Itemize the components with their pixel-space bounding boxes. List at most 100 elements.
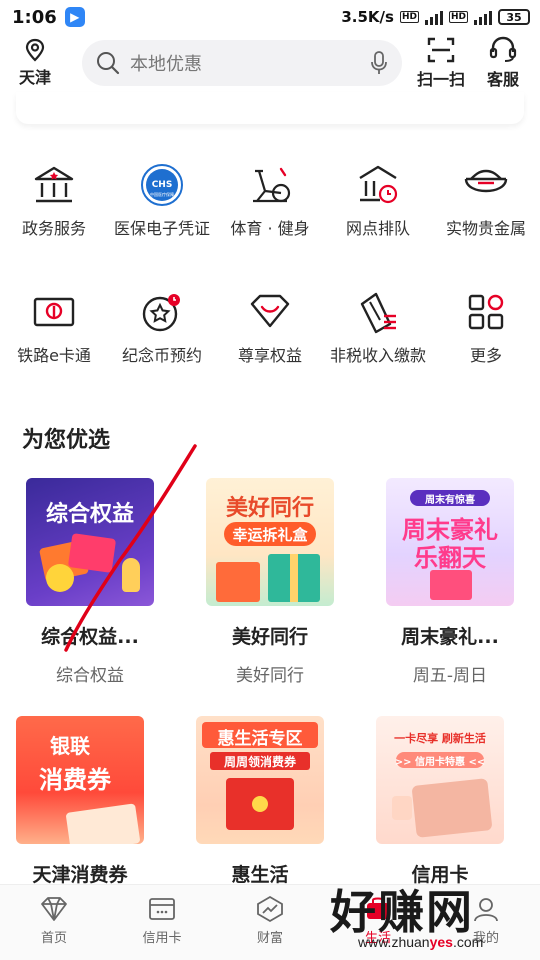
government-building-icon xyxy=(29,160,79,210)
featured-card[interactable]: 综合权益 综合权益... 综合权益 xyxy=(0,478,180,686)
gold-ingot-icon xyxy=(461,160,511,210)
search-icon xyxy=(97,52,120,75)
featured-thumb: 一卡尽享 刷新生活 >> 信用卡特惠 << xyxy=(376,716,504,844)
service-government[interactable]: 政务服务 xyxy=(0,160,108,240)
customer-service-label: 客服 xyxy=(486,70,519,89)
location-pin-icon xyxy=(25,38,45,62)
network-speed: 3.5K/s xyxy=(341,8,394,26)
service-label: 非税收入缴款 xyxy=(329,346,426,365)
nav-label: 财富 xyxy=(256,931,283,946)
featured-thumb: 周末有惊喜 周末豪礼 乐翻天 xyxy=(386,478,514,606)
location-label: 天津 xyxy=(18,68,51,87)
service-commemorative-coin[interactable]: 纪念币预约 xyxy=(108,287,216,367)
chs-medical-insurance-icon: CHS 中国医疗保障 xyxy=(137,160,187,210)
featured-thumb: 银联 消费券 xyxy=(16,716,144,844)
service-privilege[interactable]: 尊享权益 xyxy=(216,287,324,367)
nav-home[interactable]: 首页 xyxy=(0,885,108,960)
featured-thumb: 惠生活专区 周周领消费券 xyxy=(196,716,324,844)
credit-card-icon xyxy=(149,898,175,920)
hd-icon: HD xyxy=(399,11,419,23)
service-label: 医保电子凭证 xyxy=(113,219,210,238)
thumb-text: 乐翻天 xyxy=(414,544,486,572)
signal-icon-2 xyxy=(474,9,492,25)
service-non-tax-payment[interactable]: 非税收入缴款 xyxy=(324,287,432,367)
service-label: 铁路e卡通 xyxy=(17,346,91,365)
headset-icon xyxy=(489,36,517,62)
featured-row-2: 银联 消费券 天津消费券 惠生活专区 周周领消费券 惠生活 一卡尽享 刷新生活 … xyxy=(0,716,540,887)
thumb-text: 银联 xyxy=(50,734,90,758)
railway-card-icon xyxy=(29,287,79,337)
featured-title: 美好同行 xyxy=(231,626,308,648)
featured-subtitle: 美好同行 xyxy=(236,666,304,686)
services-row-1: 政务服务 CHS 中国医疗保障 医保电子凭证 体育 · 健身 网点排队 实物贵金… xyxy=(0,160,540,240)
thumb-subtext: 幸运拆礼盒 xyxy=(232,526,308,544)
status-bar: 1:06 ▶ 3.5K/s HD HD 35 xyxy=(0,0,540,34)
thumb-text: 一卡尽享 刷新生活 xyxy=(394,732,486,745)
location-selector[interactable]: 天津 xyxy=(0,38,70,88)
featured-title: 惠生活 xyxy=(231,864,289,886)
service-label: 网点排队 xyxy=(345,219,410,238)
scan-label: 扫一扫 xyxy=(416,70,465,89)
featured-row-1: 综合权益 综合权益... 综合权益 美好同行 幸运拆礼盒 美好同行 美好同行 周… xyxy=(0,478,540,686)
watermark-url-mid: yes xyxy=(429,934,453,950)
microphone-icon[interactable] xyxy=(370,51,388,75)
watermark-url-pre: www.zhuan xyxy=(358,934,430,950)
service-label: 政务服务 xyxy=(21,219,86,238)
svg-text:CHS: CHS xyxy=(152,180,173,190)
service-sports[interactable]: 体育 · 健身 xyxy=(216,160,324,240)
watermark-url-post: .com xyxy=(452,934,484,950)
customer-service-button[interactable]: 客服 xyxy=(472,36,534,90)
app-notification-icon: ▶ xyxy=(64,7,85,27)
watermark-logo-text: 好赚网 xyxy=(330,885,474,939)
watermark: 好赚网 www.zhuanyes.com xyxy=(330,876,540,960)
more-grid-icon xyxy=(461,287,511,337)
hd-icon-2: HD xyxy=(448,11,468,23)
featured-card[interactable]: 周末有惊喜 周末豪礼 乐翻天 周末豪礼... 周五-周日 xyxy=(360,478,540,686)
service-label: 实物贵金属 xyxy=(445,219,526,238)
service-label: 体育 · 健身 xyxy=(230,219,310,238)
battery-icon: 35 xyxy=(498,9,530,25)
featured-subtitle: 综合权益 xyxy=(56,666,124,686)
gift-box-graphic xyxy=(430,570,472,600)
wealth-chart-icon xyxy=(257,895,283,923)
featured-thumb: 美好同行 幸运拆礼盒 xyxy=(206,478,334,606)
featured-title: 天津消费券 xyxy=(32,864,128,886)
service-medical-insurance[interactable]: CHS 中国医疗保障 医保电子凭证 xyxy=(108,160,216,240)
thumb-subtext: 周周领消费券 xyxy=(223,755,296,769)
coin-graphic xyxy=(46,564,74,592)
nav-wealth[interactable]: 财富 xyxy=(216,885,324,960)
thumb-text: 消费券 xyxy=(39,766,111,794)
featured-card[interactable]: 一卡尽享 刷新生活 >> 信用卡特惠 << 信用卡 xyxy=(350,716,530,887)
status-time: 1:06 xyxy=(12,6,57,28)
thumb-tag: 周末有惊喜 xyxy=(425,495,475,506)
nav-credit-card[interactable]: 信用卡 xyxy=(108,885,216,960)
featured-thumb: 综合权益 xyxy=(26,478,154,606)
service-label: 纪念币预约 xyxy=(121,346,202,365)
featured-card[interactable]: 银联 消费券 天津消费券 xyxy=(0,716,170,887)
featured-card[interactable]: 惠生活专区 周周领消费券 惠生活 xyxy=(170,716,350,887)
thumb-text: 美好同行 xyxy=(225,496,314,521)
scan-icon xyxy=(427,37,455,63)
thumb-subtext: >> 信用卡特惠 << xyxy=(394,757,486,768)
nav-label: 首页 xyxy=(40,931,67,946)
status-right: 3.5K/s HD HD 35 xyxy=(341,8,530,26)
commemorative-coin-icon xyxy=(137,287,187,337)
featured-title: 综合权益... xyxy=(41,626,139,648)
service-label: 尊享权益 xyxy=(237,346,302,365)
service-precious-metal[interactable]: 实物贵金属 xyxy=(432,160,540,240)
service-railway[interactable]: 铁路e卡通 xyxy=(0,287,108,367)
search-placeholder: 本地优惠 xyxy=(130,54,202,75)
featured-subtitle: 周五-周日 xyxy=(412,666,488,686)
thumb-text: 惠生活专区 xyxy=(217,729,303,749)
service-branch-queue[interactable]: 网点排队 xyxy=(324,160,432,240)
service-more[interactable]: 更多 xyxy=(432,287,540,367)
search-bar[interactable]: 本地优惠 xyxy=(82,40,402,86)
featured-card[interactable]: 美好同行 幸运拆礼盒 美好同行 美好同行 xyxy=(180,478,360,686)
branch-queue-icon xyxy=(353,160,403,210)
services-row-2: 铁路e卡通 纪念币预约 尊享权益 非税收入缴款 更多 xyxy=(0,287,540,367)
home-diamond-icon xyxy=(41,897,67,921)
scan-button[interactable]: 扫一扫 xyxy=(410,36,472,90)
featured-title: 周末豪礼... xyxy=(401,626,499,648)
watermark-url: www.zhuanyes.com xyxy=(358,934,483,950)
service-label: 更多 xyxy=(469,346,502,365)
